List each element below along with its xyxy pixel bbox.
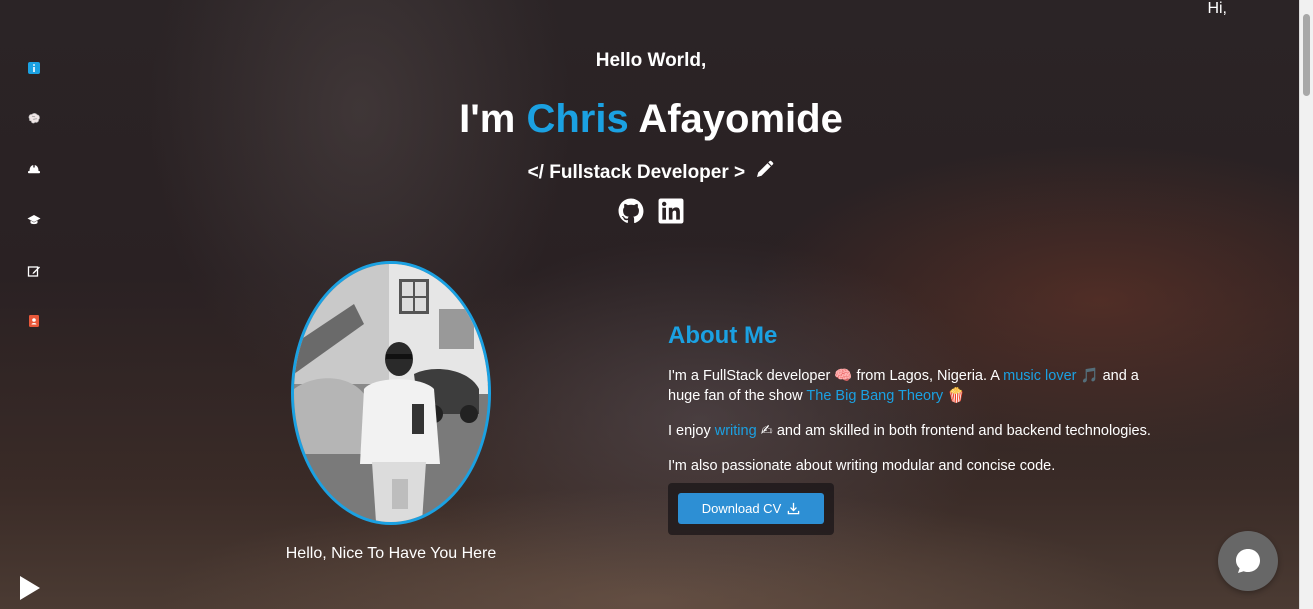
last-name: Afayomide xyxy=(628,97,843,141)
cv-button-container: Download CV xyxy=(668,483,834,535)
role-text: </ Fullstack Developer > xyxy=(527,162,746,183)
github-icon[interactable] xyxy=(618,198,644,224)
about-paragraph-3: I'm also passionate about writing modula… xyxy=(668,458,1056,474)
download-cv-button[interactable]: Download CV xyxy=(678,493,824,524)
music-lover-link[interactable]: music lover xyxy=(1003,368,1076,384)
page-title: I'm Chris Afayomide xyxy=(0,97,1302,142)
name-prefix: I'm xyxy=(459,97,527,141)
greeting-text: Hello World, xyxy=(595,50,707,71)
page-scrollbar[interactable] xyxy=(1299,0,1313,609)
edit-icon[interactable] xyxy=(26,263,42,279)
chat-bubble-icon xyxy=(1236,549,1260,573)
role-subtitle: </ Fullstack Developer > xyxy=(0,160,1302,184)
profile-photo xyxy=(291,261,491,525)
first-name: Chris xyxy=(526,97,629,141)
writing-link[interactable]: writing xyxy=(715,423,757,439)
hi-text: Hi, xyxy=(1207,0,1227,17)
social-links xyxy=(618,198,684,224)
download-icon xyxy=(787,502,800,515)
scrollbar-thumb[interactable] xyxy=(1303,14,1310,96)
about-paragraph-1: I'm a FullStack developer 🧠 from Lagos, … xyxy=(668,366,1168,406)
pencil-icon xyxy=(757,160,774,177)
about-text: I enjoy xyxy=(668,423,715,439)
about-text: 🍿 xyxy=(943,388,966,404)
chat-button[interactable] xyxy=(1218,531,1278,591)
contact-book-icon[interactable] xyxy=(26,313,42,329)
big-bang-theory-link[interactable]: The Big Bang Theory xyxy=(806,388,943,404)
about-paragraph-2: I enjoy writing ✍ and am skilled in both… xyxy=(668,421,1168,441)
about-title: About Me xyxy=(668,322,778,349)
linkedin-icon[interactable] xyxy=(658,198,684,224)
play-icon[interactable] xyxy=(18,575,42,601)
graduation-cap-icon[interactable] xyxy=(26,212,42,228)
portrait-caption: Hello, Nice To Have You Here xyxy=(285,545,497,562)
about-text: ✍ and am skilled in both frontend and ba… xyxy=(756,423,1151,439)
about-section: About Me I'm a FullStack developer 🧠 fro… xyxy=(668,322,1168,476)
about-text: I'm a FullStack developer 🧠 from Lagos, … xyxy=(668,368,1004,384)
download-cv-label: Download CV xyxy=(701,501,782,516)
